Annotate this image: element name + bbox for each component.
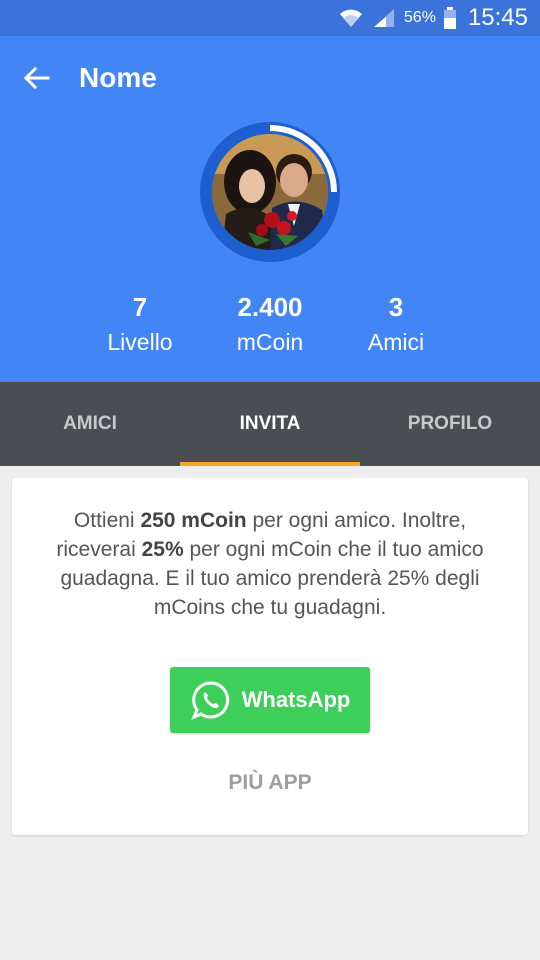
- battery-percent: 56%: [403, 9, 436, 26]
- stat-mcoin: 2.400 mCoin: [205, 292, 335, 362]
- stat-value: 3: [388, 292, 404, 322]
- status-bar: 56% 15:45: [0, 0, 540, 36]
- whatsapp-button[interactable]: WhatsApp: [170, 667, 370, 733]
- tab-invita[interactable]: INVITA: [180, 382, 360, 466]
- invite-text-part: Ottieni: [73, 509, 141, 532]
- stat-label: mCoin: [236, 329, 304, 355]
- avatar: [212, 134, 328, 250]
- avatar-with-level-ring[interactable]: [200, 122, 340, 262]
- stat-level: 7 Livello: [75, 292, 205, 362]
- whatsapp-icon: [190, 681, 229, 720]
- stat-friends: 3 Amici: [331, 292, 461, 362]
- signal-icon: [373, 9, 394, 27]
- back-button[interactable]: [18, 60, 54, 96]
- stat-label: Amici: [367, 329, 425, 355]
- invite-card: Ottieni 250 mCoin per ogni amico. Inoltr…: [12, 478, 528, 835]
- invite-bonus-amount: 250 mCoin: [140, 509, 247, 532]
- wifi-icon: [339, 9, 362, 27]
- battery-icon: [443, 7, 456, 29]
- profile-header: Nome 7 Livello 2.400 mCoin 3 Amici: [0, 36, 540, 382]
- invite-bonus-percent: 25%: [141, 538, 184, 561]
- page-title: Nome: [79, 62, 157, 93]
- tab-amici[interactable]: AMICI: [0, 382, 180, 466]
- clock: 15:45: [467, 4, 528, 31]
- whatsapp-button-label: WhatsApp: [241, 687, 351, 712]
- stat-value: 2.400: [237, 292, 303, 322]
- invite-description: Ottieni 250 mCoin per ogni amico. Inoltr…: [32, 506, 508, 622]
- stat-label: Livello: [107, 329, 173, 355]
- tab-bar: AMICI INVITA PROFILO: [0, 382, 540, 466]
- more-apps-button[interactable]: PIÙ APP: [170, 763, 370, 803]
- tab-profilo[interactable]: PROFILO: [360, 382, 540, 466]
- arrow-back-icon: [23, 66, 50, 90]
- stats-row: 7 Livello 2.400 mCoin 3 Amici: [0, 292, 540, 362]
- stat-value: 7: [132, 292, 148, 322]
